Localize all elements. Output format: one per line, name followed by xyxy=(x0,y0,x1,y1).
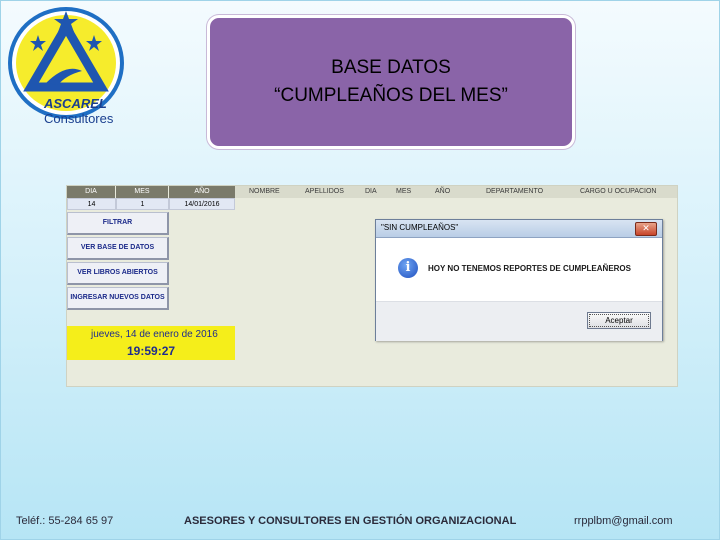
add-new-data-button[interactable]: INGRESAR NUEVOS DATOS xyxy=(67,287,169,310)
dialog-title: "SIN CUMPLEAÑOS" xyxy=(381,223,459,232)
header-ano: AÑO xyxy=(169,186,235,198)
header-dia-2: DIA xyxy=(365,188,377,195)
header-departamento: DEPARTAMENTO xyxy=(486,188,544,195)
header-dia: DIA xyxy=(67,186,115,198)
view-database-button[interactable]: VER BASE DE DATOS xyxy=(67,237,169,260)
header-apellidos: APELLIDOS xyxy=(305,188,344,195)
dialog-title-bar[interactable]: "SIN CUMPLEAÑOS" ✕ xyxy=(376,220,662,238)
filter-ano-cell[interactable]: 14/01/2016 xyxy=(169,198,235,210)
title-box: BASE DATOS “CUMPLEAÑOS DEL MES” xyxy=(207,15,575,149)
filter-mes-cell[interactable]: 1 xyxy=(116,198,169,210)
filter-button[interactable]: FILTRAR xyxy=(67,212,169,235)
current-date: jueves, 14 de enero de 2016 xyxy=(91,329,218,340)
footer-company: ASESORES Y CONSULTORES EN GESTIÓN ORGANI… xyxy=(184,515,517,527)
filter-dia-cell[interactable]: 14 xyxy=(67,198,116,210)
view-open-books-button[interactable]: VER LIBROS ABIERTOS xyxy=(67,262,169,285)
header-nombre: NOMBRE xyxy=(249,188,280,195)
footer-phone: Teléf.: 55-284 65 97 xyxy=(16,515,114,527)
dialog-body: i HOY NO TENEMOS REPORTES DE CUMPLEAÑERO… xyxy=(376,238,662,301)
logo-wordmark: ASCAREL Consultores xyxy=(44,96,114,126)
footer-email: rrpplbm@gmail.com xyxy=(574,515,673,527)
current-time: 19:59:27 xyxy=(127,344,176,358)
header-row: DIA MES AÑO NOMBRE APELLIDOS DIA MES AÑO… xyxy=(67,186,677,198)
date-time-display: jueves, 14 de enero de 2016 19:59:27 xyxy=(67,326,235,360)
no-birthdays-dialog: "SIN CUMPLEAÑOS" ✕ i HOY NO TENEMOS REPO… xyxy=(375,219,663,341)
accept-button[interactable]: Aceptar xyxy=(587,312,651,329)
header-cargo: CARGO U OCUPACION xyxy=(580,188,657,195)
header-mes: MES xyxy=(116,186,168,198)
info-icon: i xyxy=(398,258,418,278)
header-mes-2: MES xyxy=(396,188,412,195)
title-line-1: BASE DATOS xyxy=(331,57,451,78)
header-ano-2: AÑO xyxy=(435,188,451,195)
ascarel-logo: ASCAREL Consultores xyxy=(6,5,166,126)
dialog-footer: Aceptar xyxy=(376,301,662,341)
title-line-2: “CUMPLEAÑOS DEL MES” xyxy=(274,85,508,106)
dialog-message: HOY NO TENEMOS REPORTES DE CUMPLEAÑEROS xyxy=(428,264,631,273)
close-icon[interactable]: ✕ xyxy=(635,222,657,236)
